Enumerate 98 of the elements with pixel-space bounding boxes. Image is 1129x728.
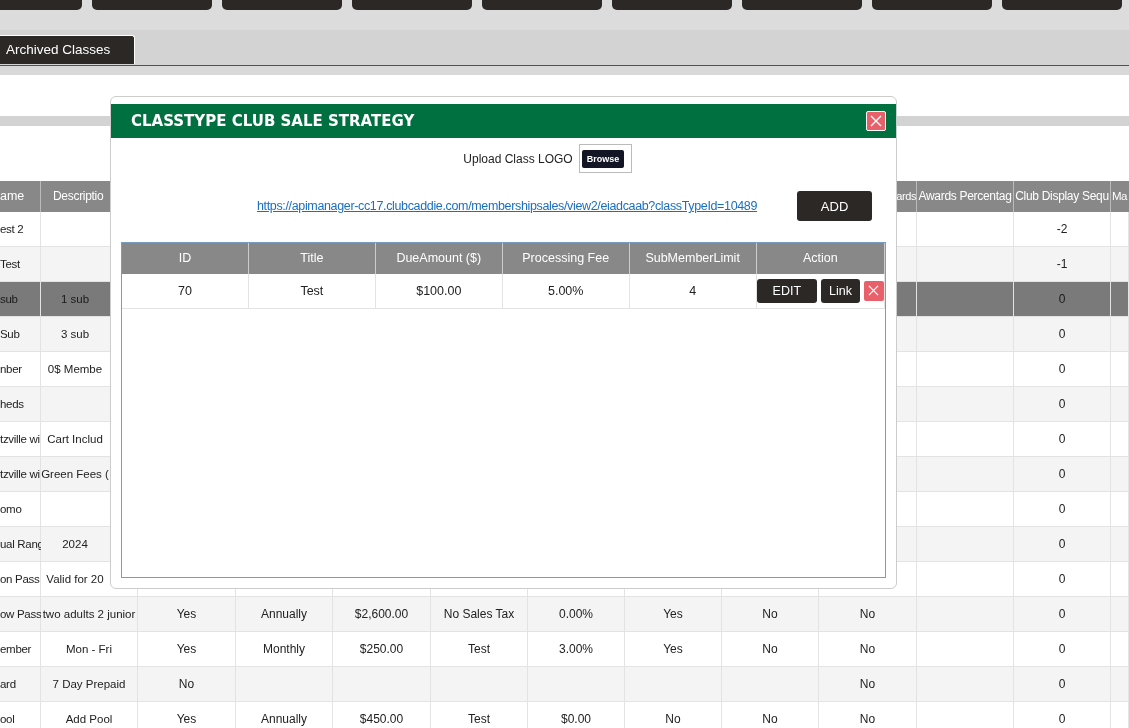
column-header: SubMemberLimit <box>629 243 757 274</box>
table-cell: 70 <box>122 274 249 309</box>
table-cell <box>1111 667 1129 702</box>
table-cell: Test <box>248 274 376 309</box>
table-cell: ember <box>0 632 41 667</box>
nav-button[interactable] <box>1002 0 1122 10</box>
table-cell: 4 <box>629 274 757 309</box>
table-cell <box>1111 387 1129 422</box>
table-cell: No <box>819 632 917 667</box>
upload-label: Upload Class LOGO <box>463 151 573 166</box>
table-cell <box>1111 282 1129 317</box>
table-cell: 0 <box>1014 562 1111 597</box>
table-cell: 0 <box>1014 527 1111 562</box>
add-button[interactable]: ADD <box>797 191 873 221</box>
link-button[interactable]: Link <box>821 279 860 303</box>
table-cell: No <box>819 667 917 702</box>
table-cell: heds <box>0 387 41 422</box>
table-cell: No <box>819 597 917 632</box>
column-header: DueAmount ($) <box>375 243 503 274</box>
table-cell: No Sales Tax <box>431 597 528 632</box>
table-cell: Monthly <box>236 632 333 667</box>
table-cell <box>1111 492 1129 527</box>
column-header: Action <box>756 243 885 274</box>
table-cell <box>1111 317 1129 352</box>
close-icon <box>870 115 882 127</box>
table-cell: 0 <box>1014 387 1111 422</box>
tab[interactable]: Archived Classes <box>0 35 136 64</box>
close-icon <box>868 285 879 296</box>
table-cell: $2,600.00 <box>333 597 431 632</box>
dialog-title: CLASSTYPE CLUB SALE STRATEGY <box>131 112 415 130</box>
table-cell: tzville wi <box>0 422 41 457</box>
column-header: ame <box>0 181 41 212</box>
nav-button[interactable] <box>352 0 472 10</box>
close-button[interactable] <box>866 111 886 131</box>
table-cell: 7 Day Prepaid <box>41 667 138 702</box>
table-cell: 0 <box>1014 352 1111 387</box>
table-cell: $250.00 <box>333 632 431 667</box>
table-cell: on Pass <box>0 562 41 597</box>
table-cell: 0 <box>1014 632 1111 667</box>
table-cell <box>1111 562 1129 597</box>
table-cell: Yes <box>625 597 722 632</box>
nav-button[interactable] <box>742 0 862 10</box>
file-field[interactable]: Browse <box>578 144 632 173</box>
table-cell: 3.00% <box>528 632 625 667</box>
column-header: Awards Percentag <box>917 181 1014 212</box>
table-cell <box>1111 352 1129 387</box>
table-cell: Yes <box>138 597 236 632</box>
table-cell: Yes <box>625 632 722 667</box>
table-cell: two adults 2 junior <box>41 597 138 632</box>
table-cell: Mon - Fri <box>41 632 138 667</box>
table-cell <box>1111 527 1129 562</box>
delete-button[interactable] <box>864 281 884 301</box>
table-cell: ard <box>0 667 41 702</box>
table-cell <box>1111 597 1129 632</box>
table-cell <box>1111 632 1129 667</box>
table-cell: 0 <box>1014 317 1111 352</box>
table-cell: Sub <box>0 317 41 352</box>
column-header: ID <box>122 243 249 274</box>
column-header: Title <box>248 243 376 274</box>
table-cell: $100.00 <box>375 274 503 309</box>
table-cell: 0 <box>1014 422 1111 457</box>
nav-button[interactable] <box>92 0 212 10</box>
table-cell: 0.00% <box>528 597 625 632</box>
table-cell: omo <box>0 492 41 527</box>
table-cell: 5.00% <box>502 274 630 309</box>
table-cell: Annually <box>236 597 333 632</box>
table-cell: ow Pass <box>0 597 41 632</box>
url-link[interactable]: https://apimanager-cc17.clubcaddie.com/membershipsales/view2/eiadcaab?classTypeId=10489 <box>257 199 758 213</box>
table-cell <box>1111 212 1129 247</box>
table-cell: -2 <box>1014 212 1111 247</box>
table-cell: Test <box>431 632 528 667</box>
table-cell: 0 <box>1014 667 1111 702</box>
table-cell: 0 <box>1014 457 1111 492</box>
nav-button[interactable] <box>612 0 732 10</box>
table-cell: -1 <box>1014 247 1111 282</box>
table-cell: Yes <box>138 632 236 667</box>
table-cell: Test <box>0 247 41 282</box>
column-header: Ma <box>1111 181 1129 212</box>
table-cell: 0 <box>1014 282 1111 317</box>
table-cell <box>1111 247 1129 282</box>
table-cell: ool <box>0 702 41 728</box>
table-cell: No <box>138 667 236 702</box>
table-cell: No <box>722 597 819 632</box>
table-cell: 0 <box>1014 492 1111 527</box>
table-cell: tzville wi <box>0 457 41 492</box>
column-header: Club Display Sequ <box>1014 181 1111 212</box>
nav-button[interactable] <box>482 0 602 10</box>
table-cell: nber <box>0 352 41 387</box>
nav-button[interactable] <box>872 0 992 10</box>
table-cell <box>1111 422 1129 457</box>
table-cell: 0 <box>1014 597 1111 632</box>
nav-button[interactable] <box>222 0 342 10</box>
table-cell <box>1111 457 1129 492</box>
table-cell: est 2 <box>0 212 41 247</box>
table-cell: sub <box>0 282 41 317</box>
edit-button[interactable]: EDIT <box>756 279 818 303</box>
column-header: Processing Fee <box>502 243 630 274</box>
table-cell: No <box>722 632 819 667</box>
